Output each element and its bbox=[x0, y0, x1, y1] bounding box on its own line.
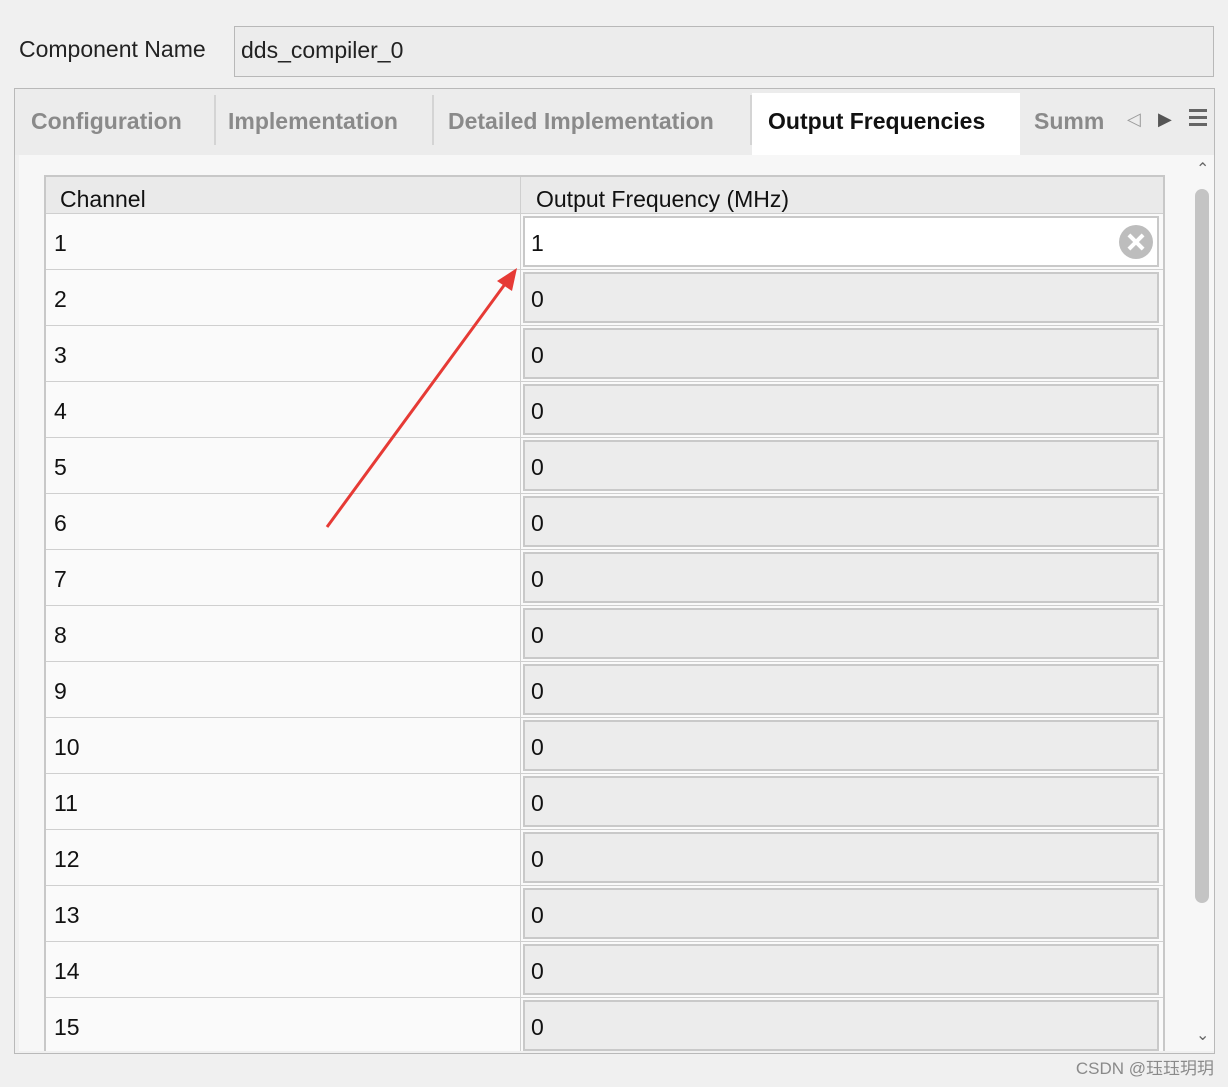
table-row: 20 bbox=[46, 270, 1163, 326]
table-row: 11 bbox=[46, 214, 1163, 270]
frequency-input[interactable]: 0 bbox=[523, 552, 1159, 603]
scrollbar-thumb[interactable] bbox=[1195, 189, 1209, 903]
table-header: Channel Output Frequency (MHz) bbox=[46, 177, 1163, 214]
table-row: 70 bbox=[46, 550, 1163, 606]
channel-cell: 8 bbox=[46, 606, 521, 661]
table-row: 14 0 bbox=[46, 942, 1163, 998]
table-row: 40 bbox=[46, 382, 1163, 438]
frequency-input[interactable]: 0 bbox=[523, 888, 1159, 939]
frequency-input[interactable]: 1 bbox=[523, 216, 1159, 267]
header-output-frequency: Output Frequency (MHz) bbox=[536, 186, 790, 212]
hamburger-menu-icon[interactable] bbox=[1189, 109, 1207, 129]
frequency-input[interactable]: 0 bbox=[523, 776, 1159, 827]
header-channel: Channel bbox=[46, 177, 521, 213]
frequency-value: 0 bbox=[531, 454, 544, 480]
table-row: 10 0 bbox=[46, 718, 1163, 774]
channel-cell: 4 bbox=[46, 382, 521, 437]
channel-cell: 14 bbox=[46, 942, 521, 997]
frequency-value: 0 bbox=[531, 1014, 544, 1040]
frequency-input[interactable]: 0 bbox=[523, 944, 1159, 995]
caret-left-icon[interactable]: ◁ bbox=[1127, 109, 1141, 130]
channel-cell: 10 bbox=[46, 718, 521, 773]
tab-summary[interactable]: Summ bbox=[1018, 93, 1118, 149]
table-row: 30 bbox=[46, 326, 1163, 382]
tabbed-panel: Configuration Implementation Detailed Im… bbox=[14, 88, 1215, 1054]
table-row: 13 0 bbox=[46, 886, 1163, 942]
component-name-input[interactable]: dds_compiler_0 bbox=[234, 26, 1214, 77]
frequency-value: 0 bbox=[531, 622, 544, 648]
ip-customize-dialog: Component Name dds_compiler_0 Configurat… bbox=[0, 0, 1228, 1087]
frequency-table: Channel Output Frequency (MHz) 112030405… bbox=[44, 175, 1165, 1051]
channel-cell: 9 bbox=[46, 662, 521, 717]
channel-cell: 11 bbox=[46, 774, 521, 829]
frequency-value: 0 bbox=[531, 342, 544, 368]
channel-cell: 6 bbox=[46, 494, 521, 549]
channel-cell: 5 bbox=[46, 438, 521, 493]
frequency-input[interactable]: 0 bbox=[523, 1000, 1159, 1051]
clear-input-icon[interactable] bbox=[1119, 225, 1153, 259]
frequency-input[interactable]: 0 bbox=[523, 608, 1159, 659]
frequency-input[interactable]: 0 bbox=[523, 720, 1159, 771]
frequency-input[interactable]: 0 bbox=[523, 664, 1159, 715]
table-row: 12 0 bbox=[46, 830, 1163, 886]
frequency-input[interactable]: 0 bbox=[523, 496, 1159, 547]
scroll-up-icon[interactable]: ⌃ bbox=[1196, 159, 1209, 179]
watermark: CSDN @珏珏玥玥 bbox=[1075, 1059, 1214, 1078]
tab-configuration[interactable]: Configuration bbox=[15, 93, 214, 149]
channel-cell: 15 bbox=[46, 998, 521, 1051]
tab-bar: Configuration Implementation Detailed Im… bbox=[15, 89, 1214, 155]
channel-cell: 13 bbox=[46, 886, 521, 941]
channel-cell: 7 bbox=[46, 550, 521, 605]
caret-right-icon[interactable]: ▶ bbox=[1158, 109, 1172, 130]
frequency-input[interactable]: 0 bbox=[523, 272, 1159, 323]
table-row: 15 0 bbox=[46, 998, 1163, 1051]
table-row: 80 bbox=[46, 606, 1163, 662]
frequency-input[interactable]: 0 bbox=[523, 328, 1159, 379]
tab-content-output-frequencies: Channel Output Frequency (MHz) 112030405… bbox=[19, 155, 1192, 1051]
frequency-value: 0 bbox=[531, 734, 544, 760]
frequency-value: 1 bbox=[531, 230, 544, 256]
component-name-label: Component Name bbox=[19, 36, 206, 62]
table-row: 50 bbox=[46, 438, 1163, 494]
frequency-input[interactable]: 0 bbox=[523, 384, 1159, 435]
frequency-input[interactable]: 0 bbox=[523, 832, 1159, 883]
frequency-value: 0 bbox=[531, 566, 544, 592]
channel-cell: 12 bbox=[46, 830, 521, 885]
tab-implementation[interactable]: Implementation bbox=[212, 93, 432, 149]
frequency-value: 0 bbox=[531, 902, 544, 928]
tab-detailed-implementation[interactable]: Detailed Implementation bbox=[432, 93, 750, 149]
frequency-input[interactable]: 0 bbox=[523, 440, 1159, 491]
scroll-down-icon[interactable]: ⌄ bbox=[1196, 1025, 1209, 1045]
table-row: 60 bbox=[46, 494, 1163, 550]
table-row: 90 bbox=[46, 662, 1163, 718]
frequency-value: 0 bbox=[531, 790, 544, 816]
frequency-value: 0 bbox=[531, 846, 544, 872]
frequency-value: 0 bbox=[531, 958, 544, 984]
frequency-value: 0 bbox=[531, 510, 544, 536]
frequency-value: 0 bbox=[531, 286, 544, 312]
tab-output-frequencies[interactable]: Output Frequencies bbox=[752, 93, 1020, 155]
channel-cell: 1 bbox=[46, 214, 521, 269]
channel-cell: 3 bbox=[46, 326, 521, 381]
vertical-scrollbar[interactable]: ⌃ ⌄ bbox=[1192, 155, 1214, 1051]
frequency-value: 0 bbox=[531, 398, 544, 424]
table-row: 11 0 bbox=[46, 774, 1163, 830]
frequency-value: 0 bbox=[531, 678, 544, 704]
channel-cell: 2 bbox=[46, 270, 521, 325]
